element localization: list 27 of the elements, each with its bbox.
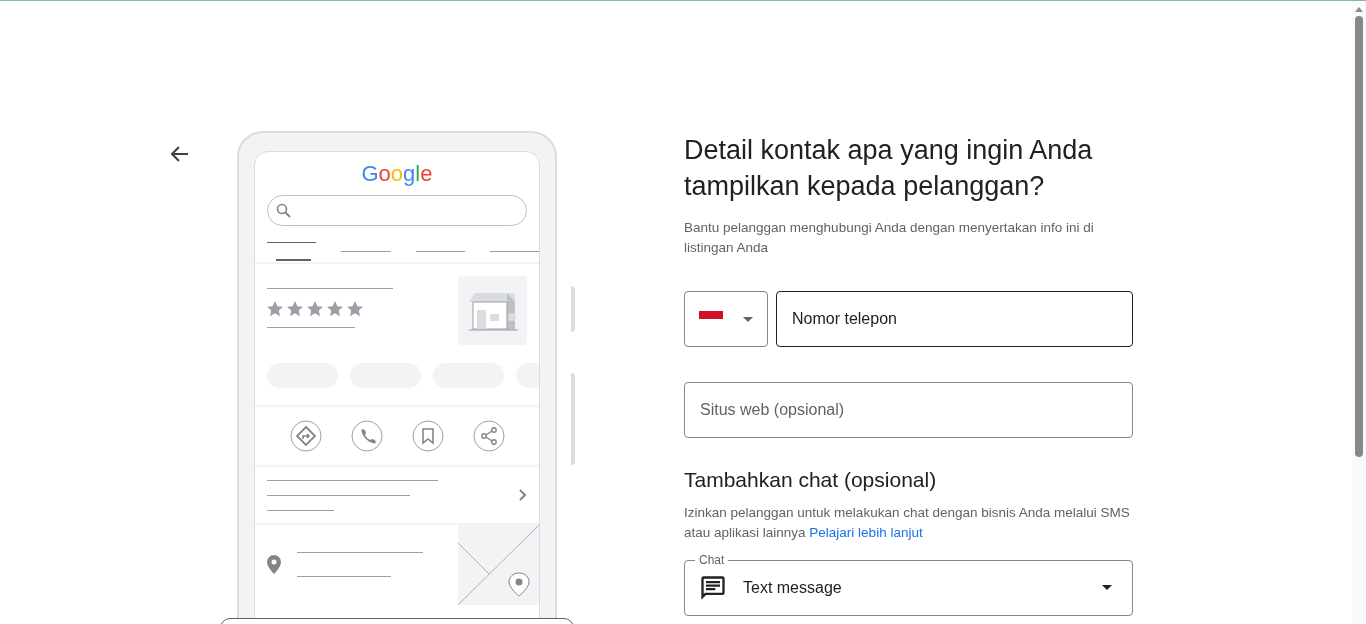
- directions-icon: [289, 420, 322, 452]
- chat-message-icon: [699, 574, 727, 602]
- page-heading: Detail kontak apa yang ingin Anda tampilkan kepada pelanggan?: [684, 134, 1094, 203]
- scroll-up-icon: [1355, 7, 1363, 12]
- section-description: Izinkan pelanggan untuk melakukan chat dengan bisnis Anda melalui SMS atau aplikasi lainnya Pelajari lebih lanjut: [684, 504, 1131, 542]
- website-field[interactable]: Situs web (opsional): [684, 382, 1133, 438]
- phone-icon: [350, 420, 383, 452]
- section-heading: Tambahkan chat (opsional): [684, 467, 938, 493]
- phone-number-field[interactable]: Nomor telepon: [776, 291, 1133, 347]
- back-button[interactable]: [170, 144, 190, 164]
- google-logo: Google: [361, 161, 433, 187]
- scrollbar-thumb[interactable]: [1355, 16, 1363, 457]
- learn-more-link[interactable]: Pelajari lebih lanjut: [809, 525, 923, 540]
- chip-placeholder: [516, 363, 539, 388]
- chevron-right-icon: [519, 489, 527, 501]
- star-rating-icon: [267, 301, 363, 317]
- caret-down-icon: [1102, 585, 1112, 590]
- location-pin-icon: [267, 554, 281, 574]
- search-icon: [276, 203, 291, 218]
- back-arrow-icon: [171, 146, 189, 162]
- caret-down-icon: [743, 316, 753, 322]
- share-icon: [472, 420, 505, 452]
- page-subtitle: Bantu pelanggan menghubungi Anda dengan menyertakan info ini di listingan Anda: [684, 219, 1095, 257]
- bookmark-icon: [411, 420, 444, 452]
- country-code-dropdown[interactable]: [684, 291, 768, 347]
- indonesia-flag-icon: [699, 311, 723, 319]
- chat-type-value: Text message: [743, 578, 842, 598]
